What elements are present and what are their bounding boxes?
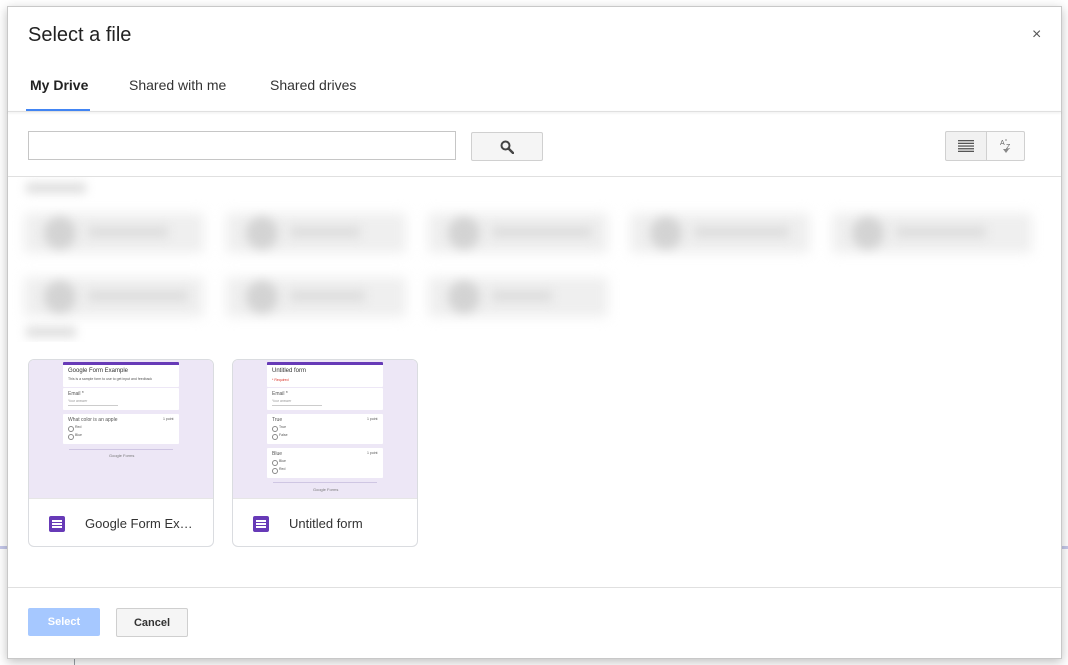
form-preview-required-note: * Required [272,378,289,382]
form-preview-option: False [279,433,288,437]
form-preview-title: Untitled form [272,368,307,374]
file-thumbnail: Google Form Example This is a sample for… [29,360,213,498]
blurred-folder-icon [246,281,278,313]
file-picker-dialog: Select a file × My Drive Shared with me … [7,6,1062,659]
footer-divider [8,587,1061,588]
form-preview-question: True 1 point True False [267,414,383,444]
form-preview-header: Google Form Example This is a sample for… [63,362,179,387]
form-preview-question: What color is an apple 1 point Red Blue [63,414,179,444]
blurred-folder-icon [852,217,884,249]
list-view-button[interactable] [945,131,987,161]
form-preview-description: This is a sample form to use to get inpu… [68,377,153,381]
form-preview-answer-line [68,405,118,406]
blurred-section-label [26,327,76,337]
sort-az-icon: A Z [1000,139,1011,153]
form-preview-header: Untitled form * Required [267,362,383,387]
form-preview-question-label: What color is an apple [68,417,118,423]
form-preview-question-label: Email * [272,391,288,397]
tab-bar: My Drive Shared with me Shared drives [8,67,1061,111]
form-preview-answer-line [272,405,322,406]
cancel-button[interactable]: Cancel [116,608,188,637]
form-preview-question: Blue 1 point Blue Red [267,448,383,478]
file-name: Google Form Exa… [85,516,197,531]
form-preview-question-label: True [272,417,283,423]
file-card-untitled-form[interactable]: Untitled form * Required Email * Your an… [232,359,418,547]
blurred-folder-icon [448,281,480,313]
form-preview-points: 1 point [163,417,174,421]
blurred-folder-icon [650,217,682,249]
file-card-footer: Google Form Exa… [29,498,213,546]
search-icon [500,140,514,154]
form-preview-footer-text [273,482,377,483]
tab-shared-drives[interactable]: Shared drives [270,77,356,111]
form-preview-title: Google Form Example [68,368,129,374]
form-preview-points: 1 point [367,417,378,421]
form-preview-question-label: Blue [272,451,283,457]
blurred-folder-icon [44,217,76,249]
search-button[interactable] [471,132,543,161]
file-thumbnail: Untitled form * Required Email * Your an… [233,360,417,498]
svg-text:A: A [1000,140,1005,147]
form-preview-radio [272,460,278,466]
form-preview-answer-hint: Your answer [68,399,88,403]
blurred-folder-name [492,227,592,237]
file-card-footer: Untitled form [233,498,417,546]
form-preview-option: True [279,425,287,429]
google-forms-icon [49,516,65,532]
blurred-folder-name [896,227,986,237]
form-preview-answer-hint: Your answer [272,399,292,403]
blurred-folder-icon [44,281,76,313]
google-forms-icon [253,516,269,532]
form-preview-radio [272,468,278,474]
form-preview-option: Blue [75,433,83,437]
tab-shared-with-me[interactable]: Shared with me [129,77,226,111]
form-preview-points: 1 point [367,451,378,455]
tabs-divider [8,111,1061,112]
blurred-folder-name [88,227,168,237]
form-preview-brand: Google Forms [313,487,339,492]
file-card-google-form-example[interactable]: Google Form Example This is a sample for… [28,359,214,547]
close-icon[interactable]: × [1032,26,1041,44]
search-input[interactable] [28,131,456,160]
blurred-folder-name [88,291,188,301]
sort-button[interactable]: A Z [986,131,1025,161]
tab-my-drive[interactable]: My Drive [30,77,88,111]
list-view-icon [958,140,974,152]
select-button[interactable]: Select [28,608,100,636]
file-name: Untitled form [289,516,363,531]
form-preview-question-label: Email * [68,391,84,397]
form-preview-brand: Google Forms [109,453,135,458]
blurred-folder-icon [246,217,278,249]
form-preview-option: Red [75,425,82,429]
form-preview-radio [272,434,278,440]
blurred-folder-icon [448,217,480,249]
blurred-folder-grid [8,177,1061,342]
form-preview-question: Email * Your answer [267,388,383,410]
blurred-folder-name [694,227,789,237]
form-preview-footer-text [69,449,173,450]
dialog-title: Select a file [28,24,132,46]
form-preview-option: Red [279,467,286,471]
form-preview-radio [68,426,74,432]
form-preview-option: Blue [279,459,287,463]
blurred-section-label [26,183,86,193]
blurred-folder-name [290,291,365,301]
form-preview-question: Email * Your answer [63,388,179,410]
form-preview-radio [272,426,278,432]
blurred-folder-name [492,291,552,301]
blurred-folder-name [290,227,360,237]
form-preview-radio [68,434,74,440]
